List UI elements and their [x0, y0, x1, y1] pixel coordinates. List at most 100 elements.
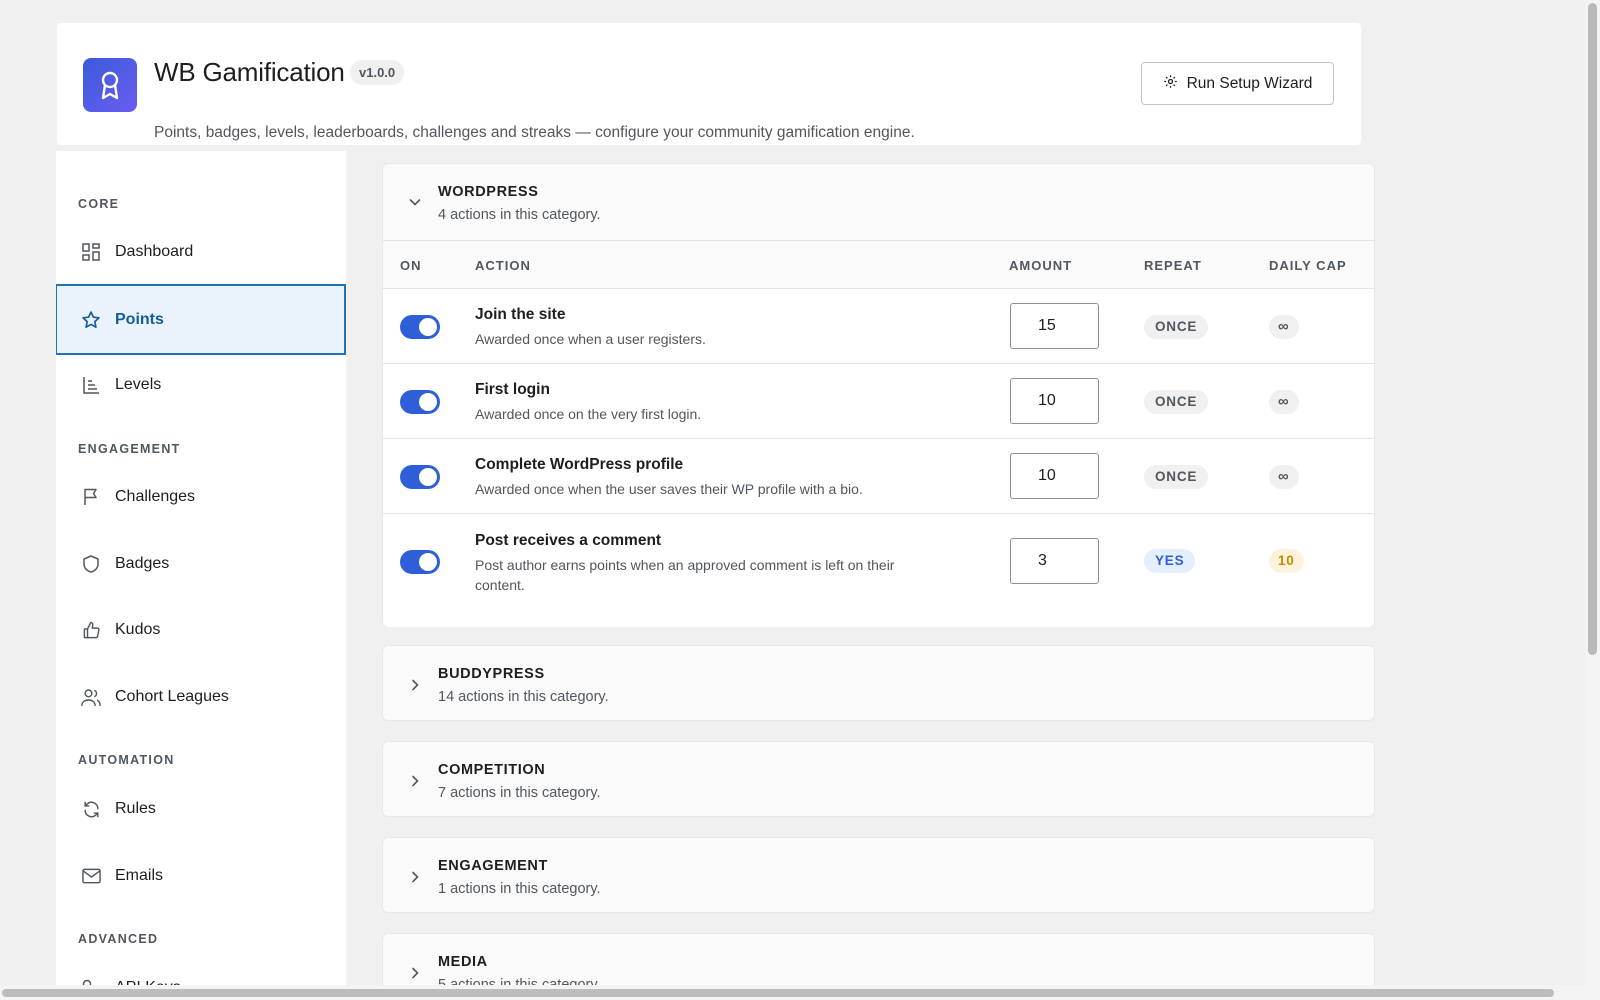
sidebar-item-label: Rules [115, 800, 156, 817]
category-toggle-engagement[interactable]: ENGAGEMENT 1 actions in this category. [383, 838, 1374, 914]
category-panel-competition: COMPETITION 7 actions in this category. [382, 741, 1375, 817]
thumbs-up-icon [81, 620, 101, 640]
action-name: Join the site [475, 306, 566, 323]
users-icon [81, 687, 101, 707]
chevron-right-icon [407, 773, 423, 789]
action-name: First login [475, 381, 550, 398]
repeat-badge: ONCE [1144, 390, 1209, 414]
category-count: 7 actions in this category. [438, 785, 601, 801]
category-count: 14 actions in this category. [438, 689, 609, 705]
sidebar-item-kudos[interactable]: Kudos [56, 597, 346, 663]
action-enabled-toggle[interactable] [400, 390, 440, 414]
amount-input[interactable] [1010, 378, 1099, 424]
category-title: ENGAGEMENT [438, 858, 548, 874]
sidebar-item-dashboard[interactable]: Dashboard [56, 219, 346, 285]
gear-icon [1163, 74, 1178, 94]
sidebar-item-label: Challenges [115, 488, 196, 505]
table-row: Join the site Awarded once when a user r… [383, 289, 1374, 364]
amount-input[interactable] [1010, 538, 1099, 584]
sidebar-item-label: Emails [115, 867, 164, 884]
sidebar-item-label: Dashboard [115, 243, 194, 260]
column-repeat: REPEAT [1144, 258, 1202, 273]
category-title: MEDIA [438, 954, 488, 970]
category-panel-buddypress: BUDDYPRESS 14 actions in this category. [382, 645, 1375, 721]
category-panel-wordpress: WORDPRESS 4 actions in this category. ON… [382, 163, 1375, 627]
sidebar-item-badges[interactable]: Badges [56, 531, 346, 597]
category-toggle-competition[interactable]: COMPETITION 7 actions in this category. [383, 742, 1374, 818]
chevron-down-icon [407, 194, 423, 210]
table-row: Post receives a comment Post author earn… [383, 514, 1374, 627]
sidebar-item-challenges[interactable]: Challenges [56, 464, 346, 530]
category-title: BUDDYPRESS [438, 666, 545, 682]
horizontal-scrollbar[interactable] [0, 985, 1585, 1000]
action-description: Post author earns points when an approve… [475, 557, 895, 593]
page-title: WB Gamification [154, 57, 345, 87]
action-enabled-toggle[interactable] [400, 465, 440, 489]
amount-input[interactable] [1010, 303, 1099, 349]
shield-icon [81, 554, 101, 574]
chevron-right-icon [407, 677, 423, 693]
flag-icon [81, 487, 101, 507]
table-header: ON ACTION AMOUNT REPEAT DAILY CAP [383, 240, 1374, 289]
sidebar-item-label: Cohort Leagues [115, 688, 229, 705]
horizontal-scrollbar-thumb[interactable] [2, 989, 1554, 997]
category-toggle-wordpress[interactable]: WORDPRESS 4 actions in this category. [383, 164, 1374, 240]
table-row: Complete WordPress profile Awarded once … [383, 439, 1374, 514]
plugin-header: WB Gamification v1.0.0 Points, badges, l… [57, 23, 1361, 145]
column-amount: AMOUNT [1009, 258, 1073, 273]
column-daily-cap: DAILY CAP [1269, 258, 1347, 273]
mail-icon [81, 866, 101, 886]
category-count: 1 actions in this category. [438, 881, 601, 897]
sidebar-item-rules[interactable]: Rules [56, 776, 346, 842]
sidebar-item-levels[interactable]: Levels [56, 352, 346, 418]
sidebar-item-label: Badges [115, 555, 170, 572]
action-enabled-toggle[interactable] [400, 550, 440, 574]
action-description: Awarded once when a user registers. [475, 331, 706, 347]
action-description: Awarded once on the very first login. [475, 406, 702, 422]
column-action: ACTION [475, 258, 531, 273]
sidebar-item-label: Kudos [115, 621, 161, 638]
run-setup-wizard-button[interactable]: Run Setup Wizard [1141, 62, 1334, 105]
category-count: 4 actions in this category. [438, 207, 601, 223]
sidebar-item-emails[interactable]: Emails [56, 843, 346, 909]
action-name: Post receives a comment [475, 532, 662, 549]
sidebar-item-label: Levels [115, 376, 162, 393]
action-enabled-toggle[interactable] [400, 315, 440, 339]
action-description: Awarded once when the user saves their W… [475, 481, 863, 497]
daily-cap-badge: ∞ [1269, 315, 1299, 339]
category-panel-engagement: ENGAGEMENT 1 actions in this category. [382, 837, 1375, 913]
sidebar-group-automation: AUTOMATION [78, 753, 175, 767]
repeat-badge: YES [1144, 549, 1196, 573]
sidebar-group-advanced: ADVANCED [78, 932, 159, 946]
refresh-icon [81, 799, 101, 819]
category-title: WORDPRESS [438, 184, 539, 200]
vertical-scrollbar[interactable] [1585, 0, 1600, 1000]
sidebar: CORE Dashboard Points Levels ENGAGEMENT [56, 151, 346, 1000]
amount-input[interactable] [1010, 453, 1099, 499]
action-name: Complete WordPress profile [475, 456, 684, 473]
dashboard-grid-icon [81, 242, 101, 262]
award-ribbon-icon [83, 58, 137, 112]
version-badge: v1.0.0 [350, 60, 405, 85]
chevron-right-icon [407, 965, 423, 981]
sidebar-group-engagement: ENGAGEMENT [78, 442, 181, 456]
run-setup-wizard-label: Run Setup Wizard [1186, 74, 1313, 92]
sidebar-item-cohort-leagues[interactable]: Cohort Leagues [56, 664, 346, 730]
repeat-badge: ONCE [1144, 315, 1209, 339]
category-toggle-buddypress[interactable]: BUDDYPRESS 14 actions in this category. [383, 646, 1374, 722]
bar-chart-icon [81, 375, 101, 395]
sidebar-item-label: Points [115, 310, 164, 328]
page-subtitle: Points, badges, levels, leaderboards, ch… [154, 124, 915, 141]
column-on: ON [400, 258, 422, 273]
table-row: First login Awarded once on the very fir… [383, 364, 1374, 439]
repeat-badge: ONCE [1144, 465, 1209, 489]
daily-cap-badge: 10 [1269, 549, 1304, 573]
daily-cap-badge: ∞ [1269, 390, 1299, 414]
daily-cap-badge: ∞ [1269, 465, 1299, 489]
vertical-scrollbar-thumb[interactable] [1588, 3, 1597, 655]
chevron-right-icon [407, 869, 423, 885]
star-icon [81, 310, 101, 330]
sidebar-group-core: CORE [78, 197, 120, 211]
category-title: COMPETITION [438, 762, 546, 778]
sidebar-item-points[interactable]: Points [56, 284, 346, 355]
